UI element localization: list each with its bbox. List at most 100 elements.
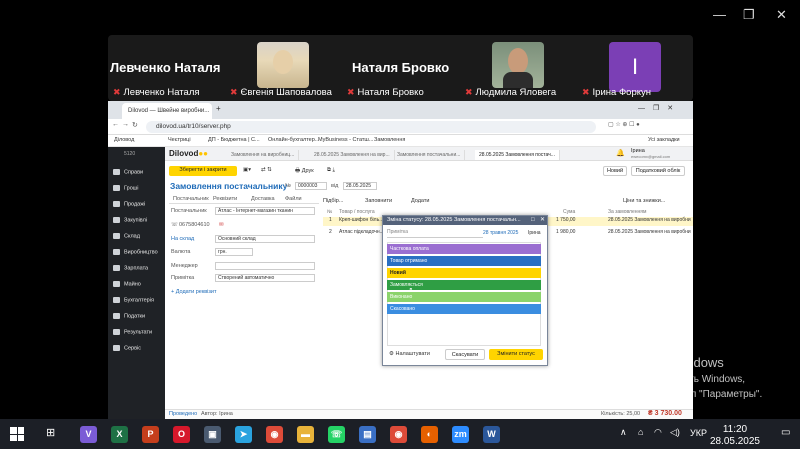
status-option[interactable]: Часткова оплата <box>387 244 541 254</box>
sidebar-item-salary[interactable]: Майно <box>113 281 141 287</box>
warehouse-label[interactable]: На склад <box>171 236 194 242</box>
status-option[interactable]: Скасовано <box>387 304 541 314</box>
add-detail-link[interactable]: + Додати реквізит <box>171 289 217 295</box>
zoom-icon[interactable]: zm <box>452 426 469 443</box>
restore-button[interactable]: ❐ <box>743 8 755 22</box>
status-option[interactable]: Товар отримано <box>387 256 541 266</box>
whatsapp-icon[interactable]: ☏ <box>328 426 345 443</box>
new-button[interactable]: Новий <box>603 166 627 176</box>
sidebar-item-affairs[interactable]: Справи <box>113 169 143 175</box>
change-status-button[interactable]: Змінити статус <box>489 349 543 360</box>
doc-tab[interactable]: 28.05.2025 Замовлення на вир... <box>310 150 395 160</box>
sidebar-item-purchases[interactable]: Склад <box>113 233 140 239</box>
viber-icon[interactable]: V <box>80 426 97 443</box>
supplier-select[interactable]: Атлас - Інтернет-магазин тканин <box>215 207 315 215</box>
new-tab-button[interactable]: + <box>216 104 221 113</box>
tab-supplier[interactable]: Постачальник <box>173 196 209 202</box>
add-row-button[interactable]: Додати <box>411 198 429 204</box>
participant-video[interactable] <box>257 42 309 88</box>
mail-icon[interactable]: ✉ <box>219 222 224 228</box>
sidebar-item-taxes[interactable]: Результати <box>113 329 152 335</box>
opera-icon[interactable]: O <box>173 426 190 443</box>
sidebar-item-retail[interactable]: Закупівлі <box>113 217 147 223</box>
settings-button[interactable]: ⚙ Налаштувати <box>389 351 430 357</box>
sidebar-item-production[interactable]: Зарплата <box>113 265 148 271</box>
save-icon[interactable]: ▣▾ <box>243 167 251 173</box>
cancel-button[interactable]: Скасувати <box>445 349 485 360</box>
participant-video[interactable] <box>492 42 544 88</box>
wifi-icon[interactable]: ◠ <box>654 427 662 438</box>
bookmark-item[interactable]: ДП - Бюджетна | С... <box>208 137 260 143</box>
excel-icon[interactable]: X <box>111 426 128 443</box>
clock[interactable]: 11:20 28.05.2025 <box>710 424 760 448</box>
chrome2-icon[interactable]: ◉ <box>390 426 407 443</box>
firefox-icon[interactable]: ◐ <box>421 426 438 443</box>
network-icon[interactable]: ⌂ <box>638 427 643 437</box>
extensions-icon[interactable]: ▢ ☆ ⊕ ☐ ● <box>608 121 640 128</box>
doc-tab[interactable]: Замовлення на виробниц... <box>227 150 300 160</box>
manager-select[interactable] <box>215 262 315 270</box>
word-icon[interactable]: W <box>483 426 500 443</box>
browser-tab[interactable]: Dilovod — Швейне виробни... <box>122 103 212 119</box>
sidebar-item-warehouse[interactable]: Виробництво <box>113 249 158 255</box>
browser-window-controls[interactable]: —❐✕ <box>638 104 681 112</box>
explorer-icon[interactable]: ▬ <box>297 426 314 443</box>
tab-files[interactable]: Файли <box>285 196 302 202</box>
sidebar-item-accounting[interactable]: Податки <box>113 313 145 319</box>
doc-date-input[interactable]: 28.05.2025 <box>343 182 377 190</box>
tax-accounting-button[interactable]: Податковий облік <box>631 166 685 176</box>
bookmark-item[interactable]: MyBusiness - Статш... <box>318 137 373 143</box>
start-icon[interactable] <box>10 427 24 441</box>
save-close-button[interactable]: Зберегти і закрити <box>169 166 237 176</box>
prices-discounts-button[interactable]: Ціни та знижки... <box>623 198 665 204</box>
maximize-icon[interactable]: □ <box>531 216 535 225</box>
doc-tab[interactable]: Замовлення постачальни... <box>393 150 466 160</box>
forward-icon[interactable]: → <box>122 121 129 128</box>
task-view-icon[interactable]: ⊞ <box>46 426 55 439</box>
tab-details[interactable]: Реквізити <box>213 196 237 202</box>
bookmark-item[interactable]: Усі закладки <box>648 137 680 143</box>
language-indicator[interactable]: УКР <box>690 428 707 438</box>
tray-chevron-icon[interactable]: ∧ <box>620 427 627 438</box>
more-icons[interactable]: ⧉ ⤓ <box>327 167 335 174</box>
sidebar-item-sales[interactable]: Продажі <box>113 201 145 207</box>
bookmark-item[interactable]: Чеєтриці <box>168 137 191 143</box>
note-input[interactable]: Примітка <box>387 229 483 238</box>
bell-icon[interactable]: 🔔 <box>616 149 625 157</box>
status-option-selected[interactable]: Новий <box>387 268 541 278</box>
close-icon[interactable]: ✕ <box>540 216 545 225</box>
close-button[interactable]: ✕ <box>776 8 787 22</box>
doc-number-input[interactable]: 0000003 <box>295 182 327 190</box>
minimize-button[interactable]: — <box>713 8 726 22</box>
bookmark-item[interactable]: Замовлення <box>374 137 405 143</box>
pick-button[interactable]: Підбір... <box>323 198 343 204</box>
status-date[interactable]: 28 травня 2025 <box>483 230 518 236</box>
tab-delivery[interactable]: Доставка <box>251 196 275 202</box>
mic-muted-icon: ✖ <box>230 87 238 97</box>
bookmark-item[interactable]: Онлайн-бухгалтер... <box>268 137 319 143</box>
chrome-icon[interactable]: ◉ <box>266 426 283 443</box>
url-input[interactable]: dilovod.ua/tr10/server.php <box>146 121 596 133</box>
files-icon[interactable]: ▤ <box>359 426 376 443</box>
currency-select[interactable]: грн. <box>215 248 253 256</box>
participant-avatar[interactable]: І <box>609 42 661 92</box>
reload-icon[interactable]: ↻ <box>132 121 138 129</box>
posted-status[interactable]: Проведено <box>169 411 197 417</box>
volume-icon[interactable]: ◁) <box>670 427 680 438</box>
doc-tab-active[interactable]: 28.05.2025 Замовлення постач... <box>475 150 560 160</box>
sidebar-item-money[interactable]: Гроші <box>113 185 138 191</box>
warehouse-select[interactable]: Основний склад <box>215 235 315 243</box>
print-button[interactable]: 🖶 Друк <box>295 167 314 176</box>
fill-button[interactable]: Заповнити <box>365 198 392 204</box>
note-input[interactable]: Створений автоматично <box>215 274 315 282</box>
notifications-icon[interactable]: ▭ <box>781 427 790 438</box>
telegram-icon[interactable]: ➤ <box>235 426 252 443</box>
doc-number-label: № <box>285 183 291 189</box>
tools-icons[interactable]: ⇄ ⇅ <box>261 167 272 173</box>
sidebar-item-assets[interactable]: Бухгалтерія <box>113 297 154 303</box>
sidebar-item-results[interactable]: Сервіс <box>113 345 141 351</box>
scanner-icon[interactable]: ▣ <box>204 426 221 443</box>
bookmark-item[interactable]: Діловод <box>114 137 134 143</box>
back-icon[interactable]: ← <box>112 121 119 128</box>
powerpoint-icon[interactable]: P <box>142 426 159 443</box>
